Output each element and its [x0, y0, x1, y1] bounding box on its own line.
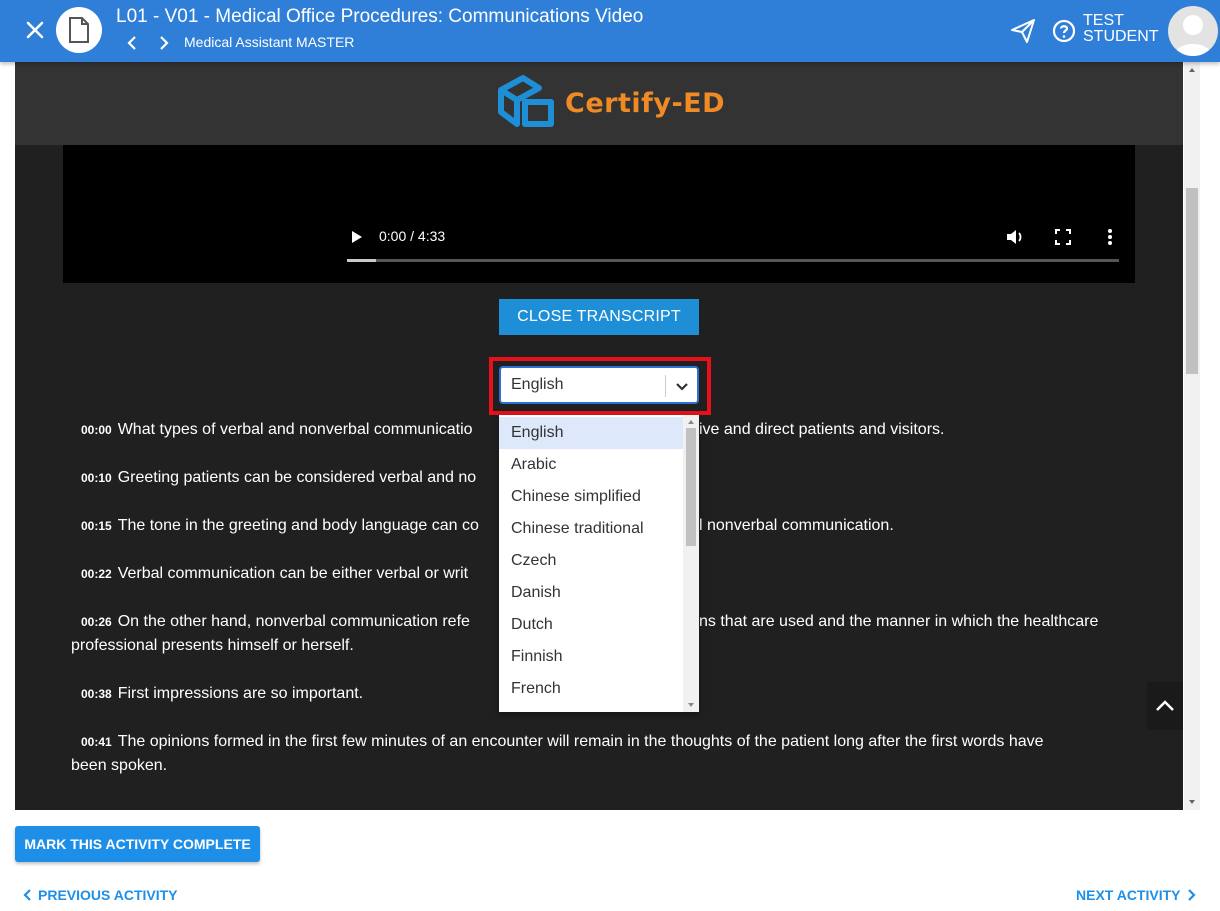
send-icon[interactable] — [1010, 18, 1036, 44]
video-time: 0:00 / 4:33 — [379, 228, 446, 244]
dropdown-option-french[interactable]: French — [499, 673, 683, 705]
nav-arrows — [122, 33, 174, 53]
dropdown-option-danish[interactable]: Danish — [499, 577, 683, 609]
dropdown-option-english[interactable]: English — [499, 417, 683, 449]
user-name[interactable]: TEST STUDENT — [1083, 13, 1159, 45]
dropdown-option-chinese-traditional[interactable]: Chinese traditional — [499, 513, 683, 545]
mark-complete-button[interactable]: MARK THIS ACTIVITY COMPLETE — [15, 826, 260, 862]
top-bar: L01 - V01 - Medical Office Procedures: C… — [0, 0, 1220, 62]
chevron-down-icon[interactable] — [673, 377, 691, 395]
video-progress-fill — [347, 259, 376, 262]
chevron-left-icon[interactable] — [122, 33, 142, 53]
transcript-line: 00:22 Verbal communication can be either … — [81, 565, 469, 582]
help-icon[interactable] — [1052, 19, 1076, 43]
close-transcript-button[interactable]: CLOSE TRANSCRIPT — [499, 299, 699, 335]
dropdown-option-chinese-simplified[interactable]: Chinese simplified — [499, 481, 683, 513]
dropdown-option-arabic[interactable]: Arabic — [499, 449, 683, 481]
language-select[interactable]: English — [499, 366, 699, 404]
chevron-right-icon[interactable] — [154, 33, 174, 53]
transcript-line-continued: been spoken. — [71, 757, 168, 774]
previous-activity-link[interactable]: PREVIOUS ACTIVITY — [22, 887, 178, 903]
scroll-to-top-button[interactable] — [1147, 682, 1183, 730]
chevron-up-icon — [1156, 700, 1174, 711]
transcript-line: 00:41 The opinions formed in the first fe… — [81, 733, 1044, 750]
page-title: L01 - V01 - Medical Office Procedures: C… — [116, 6, 644, 27]
activity-frame: Certify-ED 0:00 / 4:33 CLOSE TRANSCRIPT … — [15, 62, 1183, 810]
document-icon — [56, 7, 102, 53]
close-icon[interactable] — [24, 19, 46, 41]
page-scrollbar[interactable] — [1184, 62, 1200, 810]
play-icon[interactable] — [350, 229, 364, 245]
brand-logo-icon — [498, 75, 554, 127]
transcript-line: 00:10 Greeting patients can be considered… — [81, 469, 477, 486]
scroll-down-icon[interactable] — [1184, 796, 1200, 808]
volume-icon[interactable] — [1005, 227, 1025, 247]
scroll-down-icon[interactable] — [683, 700, 699, 710]
video-player[interactable]: 0:00 / 4:33 — [63, 145, 1135, 283]
language-dropdown: English Arabic Chinese simplified Chines… — [499, 415, 699, 712]
language-select-value: English — [511, 376, 564, 393]
dropdown-scroll-thumb[interactable] — [686, 428, 696, 546]
transcript-line: 00:00 What types of verbal and nonverbal … — [81, 421, 945, 438]
dropdown-option-czech[interactable]: Czech — [499, 545, 683, 577]
dropdown-option-dutch[interactable]: Dutch — [499, 609, 683, 641]
fullscreen-icon[interactable] — [1054, 228, 1072, 246]
chevron-left-icon — [23, 889, 31, 901]
dropdown-option-finnish[interactable]: Finnish — [499, 641, 683, 673]
dropdown-scrollbar[interactable] — [683, 415, 699, 712]
more-options-icon[interactable] — [1103, 227, 1117, 247]
avatar[interactable] — [1168, 6, 1218, 56]
next-activity-link[interactable]: NEXT ACTIVITY — [1076, 887, 1197, 903]
chevron-right-icon — [1187, 889, 1196, 901]
video-progress[interactable] — [347, 259, 1119, 262]
transcript-line: 00:15 The tone in the greeting and body l… — [81, 517, 894, 534]
scroll-up-icon[interactable] — [1184, 64, 1200, 76]
transcript-line: 00:38 First impressions are so important. — [81, 685, 364, 702]
select-separator — [665, 375, 666, 397]
scroll-up-icon[interactable] — [683, 417, 699, 427]
transcript-line-continued: professional presents himself or herself… — [71, 637, 354, 654]
course-subtitle: Medical Assistant MASTER — [184, 34, 355, 50]
brand-logo: Certify-ED — [495, 72, 725, 134]
brand-band: Certify-ED — [15, 62, 1183, 145]
page-scroll-thumb[interactable] — [1186, 188, 1198, 374]
